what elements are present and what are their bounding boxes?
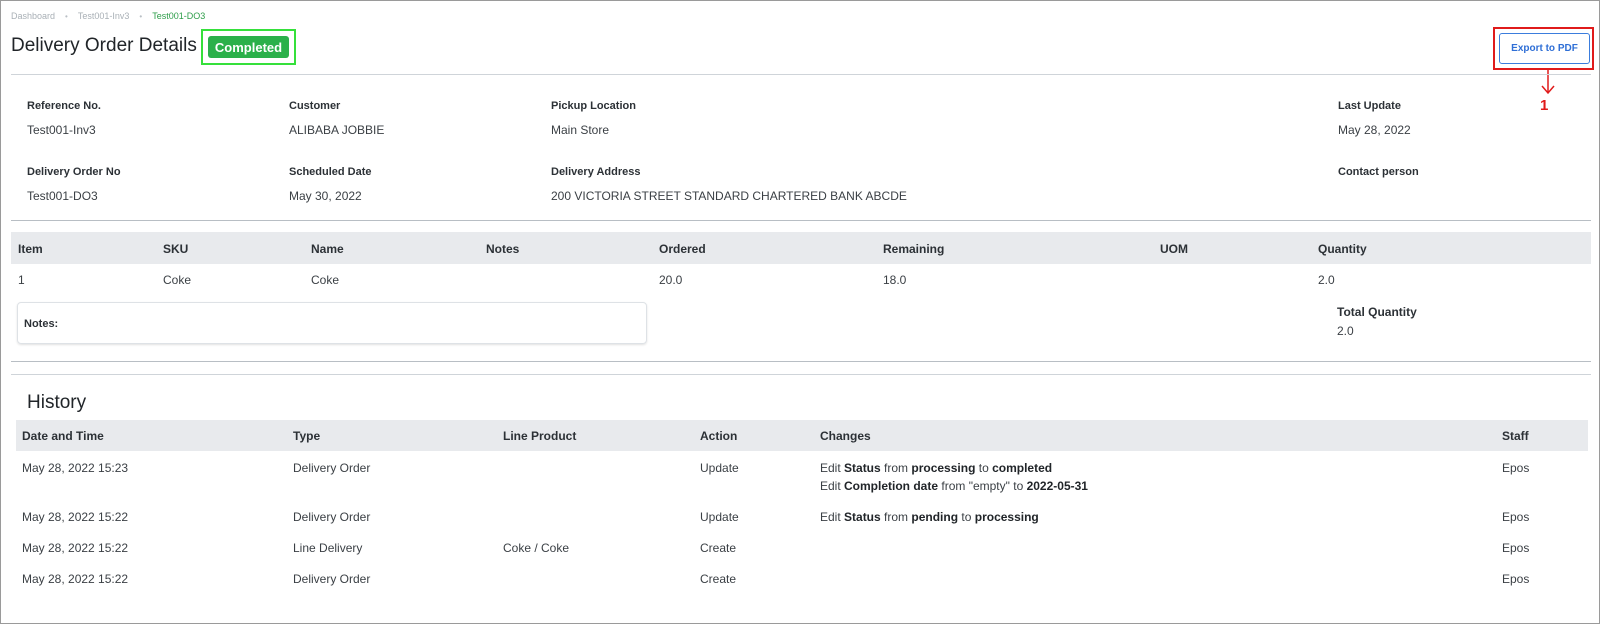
history-card-top-border [11,374,1591,375]
history-row-type: Delivery Order [293,572,371,586]
history-row-product: Coke / Coke [503,541,570,555]
breadcrumb-separator: • [139,11,143,21]
history-header-date: Date and Time [22,429,104,443]
contact-person-label: Contact person [1338,166,1419,178]
history-row-type: Delivery Order [293,510,371,524]
scheduled-date-label: Scheduled Date [289,166,372,178]
page-title: Delivery Order Details [11,35,197,56]
item-cell-quantity: 2.0 [1318,273,1335,287]
history-row-date: May 28, 2022 15:23 [22,461,129,475]
customer-value: ALIBABA JOBBIE [289,123,385,137]
history-header-line-product: Line Product [503,429,577,443]
items-header-uom: UOM [1160,242,1188,256]
items-header-notes: Notes [486,242,520,256]
items-card-bottom-border [11,361,1591,362]
history-row-action: Update [700,461,739,475]
last-update-label: Last Update [1338,100,1401,112]
history-header-action: Action [700,429,738,443]
history-header-type: Type [293,429,321,443]
history-table-header [16,420,1588,451]
items-header-remaining: Remaining [883,242,945,256]
history-row-staff: Epos [1502,541,1530,555]
breadcrumb-invoice[interactable]: Test001-Inv3 [78,11,130,21]
total-quantity-label: Total Quantity [1337,305,1417,319]
history-row-action: Create [700,541,737,555]
status-badge: Completed [208,36,289,58]
history-header-changes: Changes [820,429,871,443]
history-header-staff: Staff [1502,429,1529,443]
export-to-pdf-button[interactable]: Export to PDF [1499,33,1590,64]
items-header-item: Item [18,242,43,256]
notes-label: Notes: [24,318,59,330]
notes-box [17,302,647,344]
history-row-change-line: Edit Status from processing to completed [820,461,1053,475]
history-row-type: Line Delivery [293,541,363,555]
history-row-staff: Epos [1502,572,1530,586]
history-row-date: May 28, 2022 15:22 [22,510,129,524]
breadcrumb-separator: • [65,11,68,21]
history-title: History [27,392,87,413]
delivery-order-no-label: Delivery Order No [27,166,121,178]
history-row-change-line: Edit Completion date from "empty" to 202… [820,479,1088,493]
pickup-location-value: Main Store [551,123,610,137]
items-header-sku: SKU [163,242,189,256]
history-row-date: May 28, 2022 15:22 [22,541,129,555]
breadcrumb: Dashboard • Test001-Inv3 • Test001-DO3 [11,11,205,21]
card-bottom-border [11,220,1591,221]
card-top-border [11,74,1591,75]
breadcrumb-current: Test001-DO3 [152,11,206,21]
history-row-action: Update [700,510,739,524]
item-cell-name: Coke [311,273,340,287]
last-update-value: May 28, 2022 [1338,123,1411,137]
breadcrumb-dashboard[interactable]: Dashboard [11,11,55,21]
reference-no-value: Test001-Inv3 [27,123,96,137]
total-quantity-value: 2.0 [1337,324,1354,338]
history-row-date: May 28, 2022 15:22 [22,572,129,586]
delivery-order-no-value: Test001-DO3 [27,189,98,203]
items-header-quantity: Quantity [1318,242,1367,256]
history-row-type: Delivery Order [293,461,371,475]
customer-label: Customer [289,100,341,112]
annotation-number: 1 [1540,97,1549,114]
item-cell-item: 1 [18,273,25,287]
history-row-staff: Epos [1502,461,1530,475]
items-header-ordered: Ordered [659,242,706,256]
history-row-action: Create [700,572,737,586]
item-cell-sku: Coke [163,273,192,287]
history-row-staff: Epos [1502,510,1530,524]
reference-no-label: Reference No. [27,100,101,112]
scheduled-date-value: May 30, 2022 [289,189,362,203]
delivery-address-value: 200 VICTORIA STREET STANDARD CHARTERED B… [551,189,907,203]
delivery-address-label: Delivery Address [551,166,641,178]
items-header-name: Name [311,242,344,256]
pickup-location-label: Pickup Location [551,100,636,112]
history-row-change-line: Edit Status from pending to processing [820,510,1039,524]
item-cell-remaining: 18.0 [883,273,907,287]
item-cell-ordered: 20.0 [659,273,683,287]
